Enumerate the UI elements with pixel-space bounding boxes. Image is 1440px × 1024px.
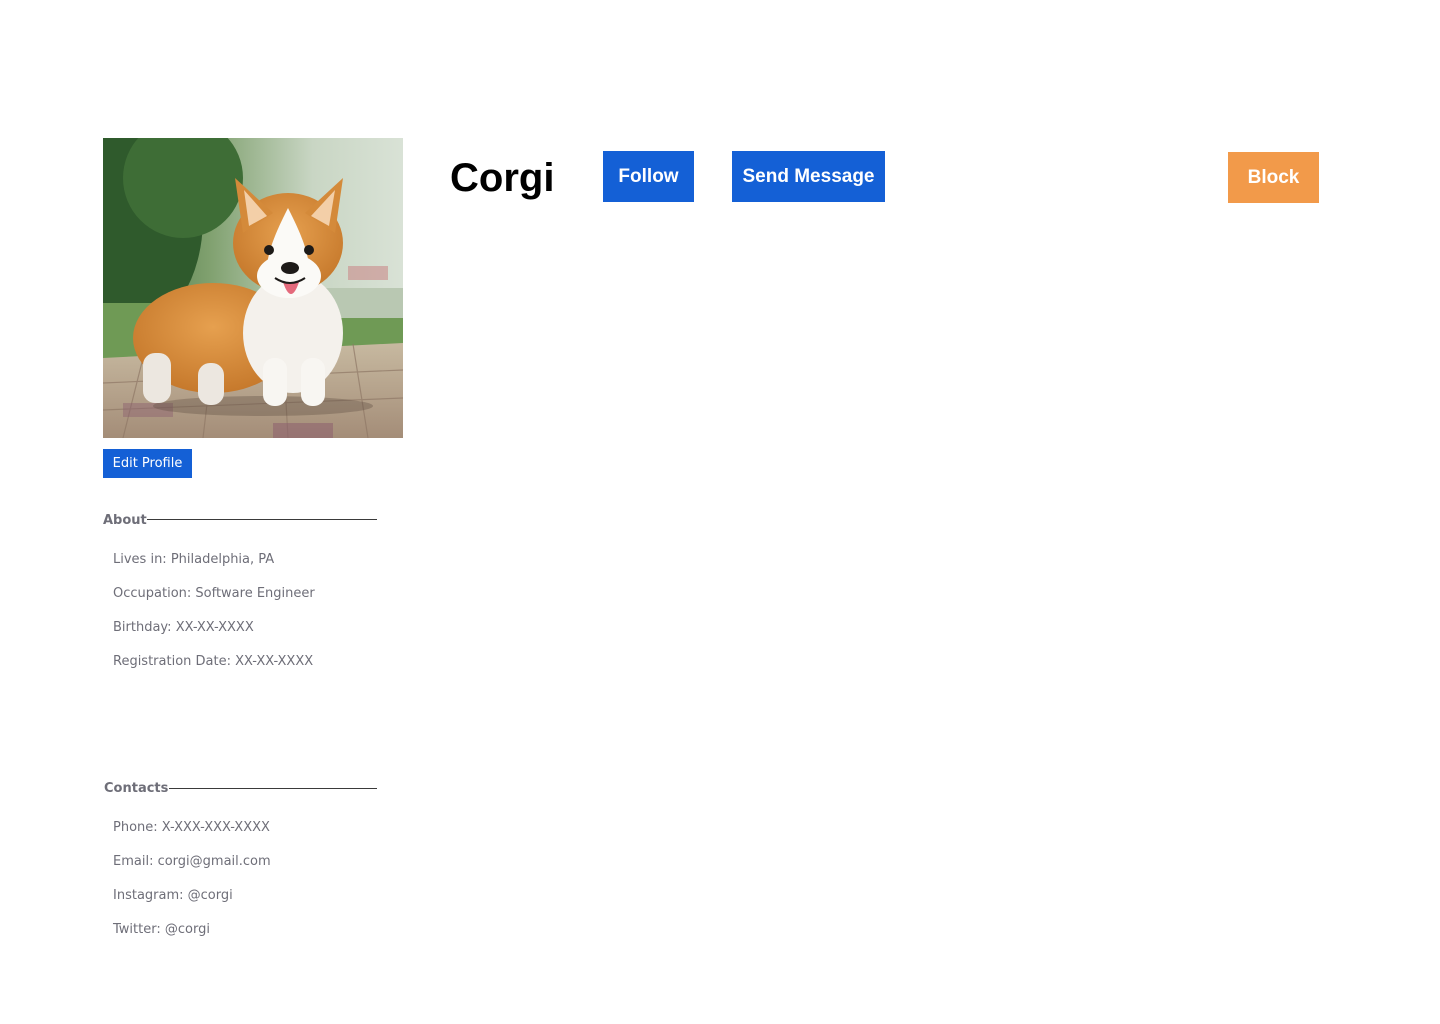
contact-item-email: Email: corgi@gmail.com [113, 854, 271, 869]
edit-profile-button[interactable]: Edit Profile [103, 449, 192, 478]
contacts-divider [169, 788, 377, 789]
about-list: Lives in: Philadelphia, PA Occupation: S… [113, 552, 315, 688]
profile-name: Corgi [450, 156, 555, 200]
about-item-birthday: Birthday: XX-XX-XXXX [113, 620, 254, 635]
about-item-location: Lives in: Philadelphia, PA [113, 552, 275, 567]
contacts-list: Phone: X-XXX-XXX-XXXX Email: corgi@gmail… [113, 820, 271, 956]
about-item-registration-date: Registration Date: XX-XX-XXXX [113, 654, 314, 669]
follow-button[interactable]: Follow [603, 151, 694, 202]
about-item-occupation: Occupation: Software Engineer [113, 586, 315, 601]
corgi-photo-image [103, 138, 403, 438]
profile-photo [103, 138, 403, 438]
profile-page: Edit Profile About Lives in: Philadelphi… [0, 0, 1440, 1024]
about-divider [147, 519, 377, 520]
about-section-title: About [103, 513, 147, 528]
contact-item-twitter: Twitter: @corgi [113, 922, 210, 937]
contact-item-phone: Phone: X-XXX-XXX-XXXX [113, 820, 270, 835]
contact-item-instagram: Instagram: @corgi [113, 888, 233, 903]
block-button[interactable]: Block [1228, 152, 1319, 203]
send-message-button[interactable]: Send Message [732, 151, 885, 202]
contacts-section-title: Contacts [104, 781, 169, 796]
